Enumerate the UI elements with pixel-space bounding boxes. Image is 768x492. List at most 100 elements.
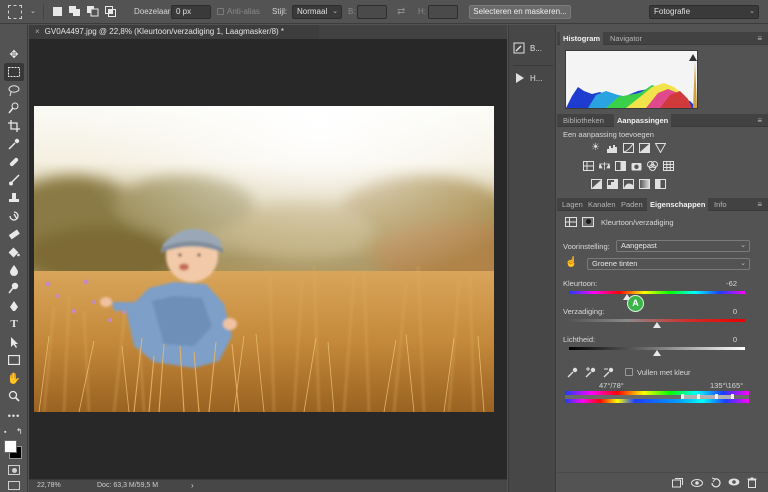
- move-tool-icon[interactable]: ✥: [4, 45, 24, 63]
- black-white-icon[interactable]: [615, 161, 626, 171]
- eyedropper-minus-icon[interactable]: [603, 367, 614, 378]
- tab-layers[interactable]: Lagen: [559, 198, 586, 211]
- intersect-selection-icon[interactable]: [105, 6, 117, 17]
- pen-tool-icon[interactable]: [4, 297, 24, 315]
- levels-icon[interactable]: [607, 143, 618, 153]
- document-image[interactable]: [34, 106, 494, 412]
- quick-mask-icon[interactable]: [8, 465, 20, 475]
- panel-menu-icon[interactable]: ≡: [757, 116, 762, 125]
- panel-menu-icon[interactable]: ≡: [757, 34, 762, 43]
- threshold-icon[interactable]: [623, 179, 634, 189]
- view-previous-state-icon[interactable]: [691, 478, 703, 488]
- hue-label: Kleurtoon:: [563, 279, 598, 288]
- hue-value[interactable]: -62: [707, 279, 737, 288]
- close-icon[interactable]: ×: [35, 27, 40, 36]
- paint-bucket-tool-icon[interactable]: [4, 243, 24, 261]
- blur-tool-icon[interactable]: [4, 261, 24, 279]
- color-lookup-icon[interactable]: [663, 161, 674, 171]
- panel-menu-icon[interactable]: ≡: [757, 200, 762, 209]
- new-selection-icon[interactable]: [53, 7, 62, 16]
- selective-color-icon[interactable]: [655, 179, 666, 189]
- lightness-slider-thumb[interactable]: [653, 350, 661, 356]
- tab-adjustments[interactable]: Aanpassingen: [614, 114, 672, 127]
- posterize-icon[interactable]: [607, 179, 618, 189]
- feather-label: Doezelaar:: [134, 7, 173, 16]
- toggle-visibility-icon[interactable]: [728, 477, 740, 487]
- dodge-tool-icon[interactable]: [4, 279, 24, 297]
- saturation-value[interactable]: 0: [707, 307, 737, 316]
- select-and-mask-button[interactable]: Selecteren en maskeren...: [469, 5, 571, 19]
- chevron-right-icon[interactable]: ›: [191, 481, 194, 490]
- curves-icon[interactable]: [623, 143, 634, 153]
- color-balance-icon[interactable]: [599, 161, 610, 171]
- subtract-selection-icon[interactable]: [87, 6, 99, 17]
- tab-info[interactable]: Info: [711, 198, 730, 211]
- crop-tool-icon[interactable]: [4, 117, 24, 135]
- saturation-slider-thumb[interactable]: [653, 322, 661, 328]
- hand-tool-icon[interactable]: ✋: [4, 369, 24, 387]
- default-colors-icon[interactable]: ▪: [4, 429, 6, 436]
- eyedropper-icon[interactable]: [567, 367, 578, 378]
- saturation-label: Verzadiging:: [563, 307, 605, 316]
- healing-brush-tool-icon[interactable]: [4, 153, 24, 171]
- height-input[interactable]: [428, 5, 458, 19]
- zoom-level[interactable]: 22,78%: [37, 482, 61, 489]
- eyedropper-plus-icon[interactable]: [585, 367, 596, 378]
- tab-properties[interactable]: Eigenschappen: [647, 198, 709, 211]
- marquee-tool-icon[interactable]: [4, 63, 24, 81]
- reset-icon[interactable]: [710, 477, 721, 488]
- rectangle-tool-icon[interactable]: [4, 351, 24, 369]
- marquee-tool-preset-icon[interactable]: [8, 5, 22, 19]
- clone-stamp-tool-icon[interactable]: [4, 189, 24, 207]
- chevron-down-icon[interactable]: ⌄: [30, 7, 36, 15]
- workspace-select[interactable]: Fotografie ⌄: [649, 5, 759, 19]
- clip-to-layer-icon[interactable]: [672, 478, 683, 488]
- type-tool-icon[interactable]: T: [4, 315, 24, 333]
- screen-mode-icon[interactable]: [8, 481, 20, 490]
- chevron-down-icon: ⌄: [332, 8, 338, 15]
- zoom-tool-icon[interactable]: [4, 387, 24, 405]
- channel-mixer-icon[interactable]: [647, 161, 658, 171]
- tab-libraries[interactable]: Bibliotheken: [560, 114, 607, 127]
- width-input[interactable]: [357, 5, 387, 19]
- quick-selection-tool-icon[interactable]: [4, 99, 24, 117]
- colorize-checkbox[interactable]: [625, 368, 633, 376]
- targeted-adjustment-hand-icon[interactable]: ☝: [565, 257, 577, 268]
- lasso-tool-icon[interactable]: [4, 81, 24, 99]
- preset-select[interactable]: Aangepast ⌄: [616, 240, 750, 252]
- eyedropper-tool-icon[interactable]: [4, 135, 24, 153]
- brush-presets-panel-button[interactable]: B...: [513, 37, 553, 59]
- history-panel-button[interactable]: H...: [513, 67, 553, 89]
- swap-arrows-icon[interactable]: ⇄: [397, 6, 405, 17]
- eraser-tool-icon[interactable]: [4, 225, 24, 243]
- add-selection-icon[interactable]: [69, 6, 81, 17]
- tab-channels[interactable]: Kanalen: [585, 198, 619, 211]
- photo-filter-icon[interactable]: [631, 161, 642, 171]
- swap-colors-icon[interactable]: ↰: [16, 427, 23, 436]
- warning-icon[interactable]: [689, 54, 697, 61]
- document-tab[interactable]: × GV0A4497.jpg @ 22,8% (Kleurtoon/verzadi…: [29, 25, 319, 39]
- foreground-color-swatch[interactable]: [4, 440, 17, 453]
- exposure-icon[interactable]: [639, 143, 650, 153]
- history-brush-tool-icon[interactable]: [4, 207, 24, 225]
- channel-select[interactable]: Groene tinten ⌄: [587, 258, 750, 270]
- brightness-contrast-icon[interactable]: ☀: [591, 143, 602, 153]
- tab-histogram[interactable]: Histogram: [560, 32, 604, 45]
- more-tools-icon[interactable]: •••: [4, 407, 24, 425]
- brush-tool-icon[interactable]: [4, 171, 24, 189]
- invert-icon[interactable]: [591, 179, 602, 189]
- feather-input[interactable]: 0 px: [171, 5, 211, 19]
- tab-paths[interactable]: Paden: [618, 198, 646, 211]
- delete-icon[interactable]: [747, 477, 757, 488]
- adjustment-layer-icon[interactable]: [565, 217, 577, 227]
- style-select[interactable]: Normaal ⌄: [292, 5, 342, 19]
- hue-slider-track[interactable]: [569, 291, 745, 294]
- lightness-value[interactable]: 0: [707, 335, 737, 344]
- gradient-map-icon[interactable]: [639, 179, 650, 189]
- hue-saturation-icon[interactable]: [583, 161, 594, 171]
- layer-mask-icon[interactable]: [582, 217, 594, 227]
- vibrance-icon[interactable]: [655, 143, 666, 153]
- tab-navigator[interactable]: Navigator: [607, 32, 645, 45]
- antialias-checkbox[interactable]: [217, 8, 224, 15]
- path-selection-tool-icon[interactable]: [4, 333, 24, 351]
